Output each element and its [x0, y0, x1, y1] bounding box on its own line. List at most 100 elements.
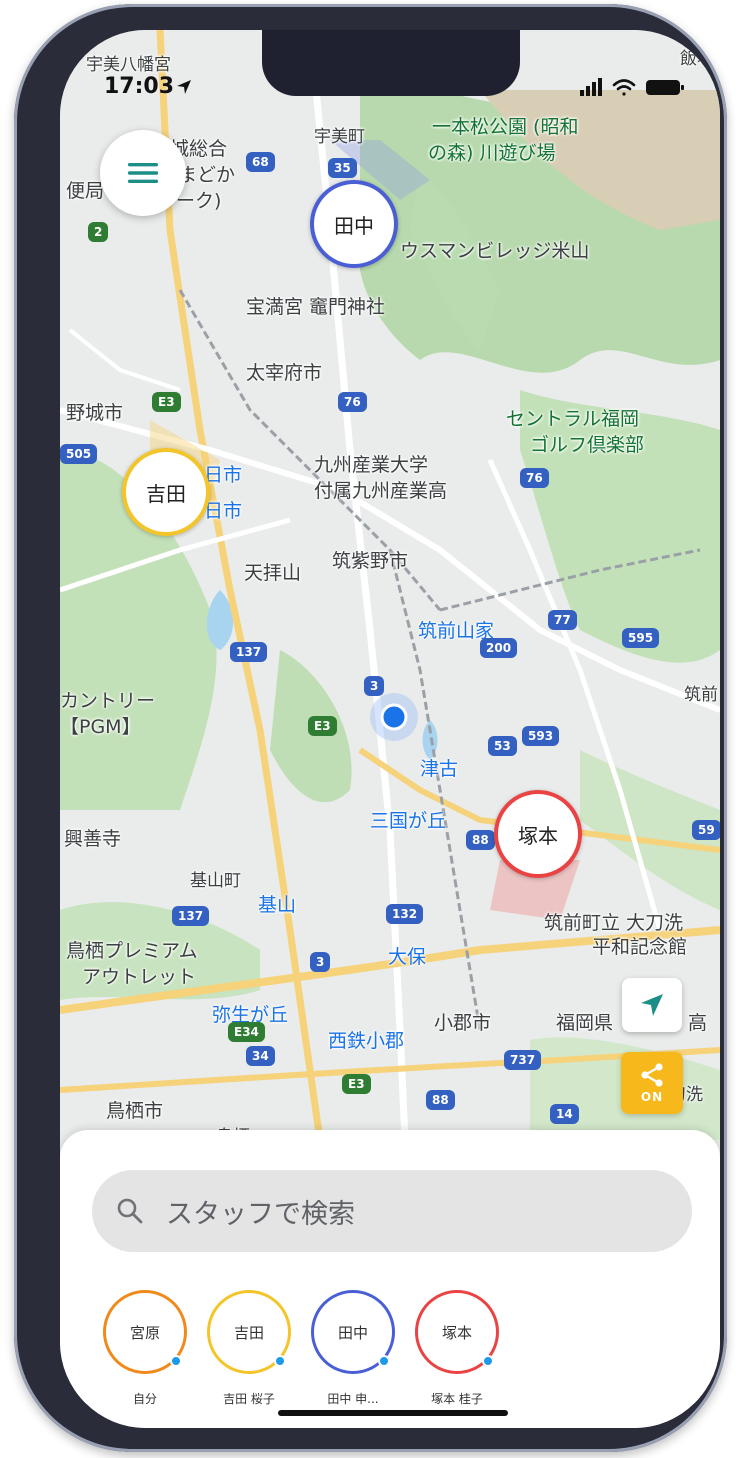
- online-indicator: [482, 1355, 494, 1367]
- road-badge-137b: 137: [172, 906, 210, 926]
- avatar-initials: 吉田: [233, 1323, 264, 1342]
- map-label-tsuko: 津古: [420, 758, 459, 780]
- map-label-golf: ゴルフ倶楽部: [530, 434, 645, 456]
- road-badge-e3b: E3: [308, 716, 337, 736]
- map-label-country: カントリー: [60, 690, 156, 712]
- wifi-icon: [612, 79, 636, 96]
- avatar-initials: 宮原: [129, 1323, 160, 1342]
- staff-name: 自分: [132, 1392, 157, 1406]
- status-time: 17:03: [104, 74, 175, 99]
- online-indicator: [378, 1355, 390, 1367]
- signal-icon: [580, 78, 602, 96]
- map-label-ichihon: 一本松公園 (昭和: [432, 116, 579, 138]
- avatar: 宮原: [103, 1290, 187, 1374]
- road-badge-14: 14: [550, 1104, 579, 1124]
- road-badge-e3: E3: [152, 392, 181, 412]
- status-icons: [580, 78, 684, 96]
- map-label-tachiarai: 筑前町立 大刀洗: [544, 912, 684, 934]
- road-badge-595: 595: [622, 628, 660, 648]
- staff-marker-label: 塚本: [518, 823, 558, 848]
- map-label-dazaifu: 太宰府市: [246, 362, 323, 384]
- home-indicator[interactable]: [278, 1410, 508, 1416]
- road-badge-737: 737: [504, 1050, 542, 1070]
- map-label-housman: ウスマンビレッジ米山: [400, 240, 590, 262]
- road-badge-3b: 3: [310, 952, 331, 972]
- staff-marker-label: 吉田: [146, 481, 186, 506]
- avatar: 塚本: [415, 1290, 499, 1374]
- staff-item-tsukamoto[interactable]: 塚本 塚本 桂子: [402, 1290, 512, 1407]
- map-label-tosu-outlet: 鳥栖プレミアム: [66, 940, 198, 962]
- map-label-kozenji: 興善寺: [64, 828, 122, 850]
- road-badge-e3c: E3: [342, 1074, 371, 1094]
- staff-marker-label: 田中: [334, 213, 374, 238]
- staff-item-yoshida[interactable]: 吉田 吉田 桜子: [194, 1290, 304, 1407]
- mute-switch: [30, 300, 40, 350]
- road-badge-e34: E34: [228, 1022, 265, 1042]
- road-badge-2: 2: [88, 222, 109, 242]
- road-badge-132: 132: [386, 904, 424, 924]
- map-label-pgm: 【PGM】: [60, 716, 141, 738]
- road-badge-68: 68: [246, 152, 275, 172]
- avatar-initials: 田中: [337, 1323, 368, 1342]
- staff-marker-tsukamoto[interactable]: 塚本: [494, 790, 582, 878]
- map-label-heiwa: 平和記念館: [592, 936, 688, 958]
- road-badge-77: 77: [548, 610, 577, 630]
- map-label-umi: 宇美町: [314, 127, 365, 147]
- location-arrow-icon: [641, 994, 663, 1016]
- app-screen: 一本松公園 (昭和 の森) 川遊び場 宇美町 ウスマンビレッジ米山 宝満宮 竈門…: [60, 30, 720, 1428]
- share-icon: [641, 1063, 663, 1087]
- staff-name: 吉田 桜子: [223, 1392, 275, 1406]
- location-services-icon: [177, 80, 191, 94]
- map-label-koukou: 高: [688, 1012, 708, 1034]
- map-label-nojo: 野城市: [66, 402, 124, 424]
- staff-list: 宮原 自分 吉田 吉田 桜子 田中 田中 申... 塚本 塚本 桂子: [90, 1290, 650, 1406]
- road-badge-76a: 76: [338, 392, 367, 412]
- device-notch: [262, 30, 520, 96]
- map-label-homan: 宝満宮 竈門神社: [246, 296, 386, 318]
- current-location-button[interactable]: [622, 978, 682, 1032]
- road-badge-3a: 3: [364, 676, 385, 696]
- road-badge-505: 505: [60, 444, 98, 464]
- share-state-label: ON: [640, 1090, 664, 1104]
- map-label-kyushu2: 付属九州産業高: [314, 480, 448, 502]
- staff-search-input[interactable]: スタッフで検索: [92, 1170, 692, 1252]
- map-label-mikuni: 三国が丘: [370, 810, 447, 832]
- staff-name: 田中 申...: [327, 1392, 379, 1406]
- road-badge-76b: 76: [520, 468, 549, 488]
- menu-button[interactable]: [100, 130, 186, 216]
- map-label-fukuokaken: 福岡県: [556, 1012, 614, 1034]
- volume-up-button: [30, 410, 40, 506]
- map-label-left-top4: 便局: [66, 180, 105, 202]
- map-label-outlet: アウトレット: [82, 966, 197, 988]
- staff-marker-tanaka[interactable]: 田中: [310, 180, 398, 268]
- battery-icon: [646, 80, 684, 95]
- avatar-initials: 塚本: [441, 1323, 472, 1342]
- map-label-tosu: 鳥栖市: [106, 1100, 164, 1122]
- online-indicator: [274, 1355, 286, 1367]
- road-badge-88b: 88: [426, 1090, 455, 1110]
- map-label-kiyama: 基山町: [190, 871, 241, 891]
- online-indicator: [170, 1355, 182, 1367]
- road-badge-34: 34: [246, 1046, 275, 1066]
- map-label-kyushu: 九州産業大学: [314, 454, 429, 476]
- road-badge-88a: 88: [466, 830, 495, 850]
- road-badge-200: 200: [480, 638, 518, 658]
- map-label-nishitetsu: 西鉄小郡: [328, 1030, 405, 1052]
- staff-item-miyahara[interactable]: 宮原 自分: [90, 1290, 200, 1407]
- map-label-left-top5: ーク): [176, 190, 222, 212]
- staff-marker-yoshida[interactable]: 吉田: [122, 448, 210, 536]
- map-label-ichihon2: の森) 川遊び場: [428, 142, 556, 164]
- staff-item-tanaka[interactable]: 田中 田中 申...: [298, 1290, 408, 1407]
- search-placeholder: スタッフで検索: [166, 1198, 355, 1230]
- staff-name: 塚本 桂子: [431, 1392, 483, 1406]
- bottom-sheet: スタッフで検索 宮原 自分 吉田 吉田 桜子 田中 田中 申... 塚本 塚本 …: [60, 1130, 720, 1428]
- search-icon: [117, 1198, 143, 1224]
- avatar: 吉田: [207, 1290, 291, 1374]
- map-label-ooho: 大保: [388, 946, 427, 968]
- volume-down-button: [30, 545, 40, 641]
- share-location-toggle[interactable]: ON: [621, 1052, 683, 1114]
- avatar: 田中: [311, 1290, 395, 1374]
- map-label-hiichi: 日市: [204, 464, 243, 486]
- map-label-central: セントラル福岡: [506, 408, 640, 430]
- map-label-hiichi2: 日市: [204, 500, 243, 522]
